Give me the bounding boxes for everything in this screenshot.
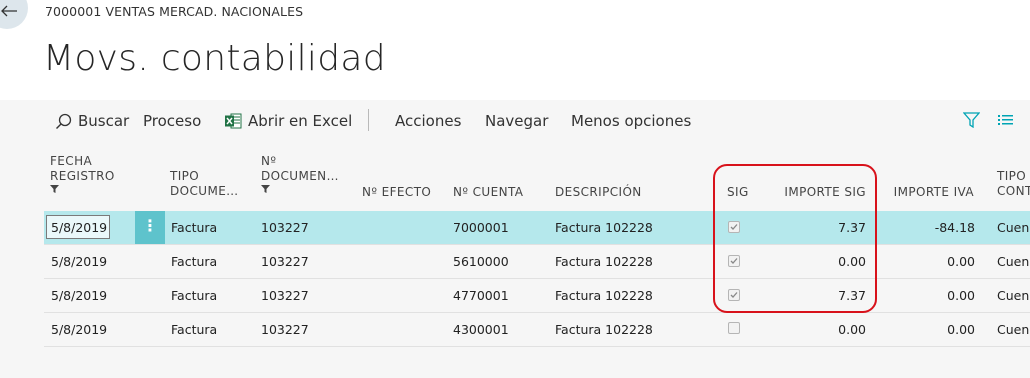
cell-tipo-contrapartida: Cuen [997, 322, 1030, 337]
sig-checkbox[interactable] [728, 322, 740, 334]
filter-funnel-icon [50, 185, 59, 193]
col-tipo-contrapartida-line2: CONT [997, 184, 1030, 198]
cell-tipo: Factura [171, 254, 218, 269]
back-button[interactable] [0, 0, 28, 29]
navigate-label: Navegar [485, 112, 549, 130]
cell-importe-sig: 7.37 [838, 288, 866, 303]
cell-tipo: Factura [171, 288, 218, 303]
breadcrumb: 7000001 VENTAS MERCAD. NACIONALES [45, 4, 304, 19]
cell-documento[interactable]: 103227 [261, 322, 309, 337]
col-tipo-contrapartida[interactable]: TIPO CONT [997, 169, 1030, 199]
col-tipo-documento[interactable]: TIPO DOCUME… [170, 169, 239, 199]
cell-tipo-contrapartida: Cuen [997, 220, 1030, 235]
open-in-excel-button[interactable]: Abrir en Excel [225, 112, 352, 130]
navigate-menu[interactable]: Navegar [485, 112, 548, 130]
checkmark-icon [730, 224, 738, 230]
cell-descripcion: Factura 102228 [555, 288, 653, 303]
cell-fecha: 5/8/2019 [51, 254, 108, 269]
excel-icon [225, 113, 242, 129]
col-num-documento[interactable]: Nº DOCUMEN… [261, 154, 339, 193]
table-row[interactable]: 5/8/2019 Factura 103227 5610000 Factura … [44, 245, 1030, 279]
col-descripcion[interactable]: DESCRIPCIÓN [555, 185, 642, 200]
grid-header: FECHA REGISTRO TIPO DOCUME… Nº DOCUMEN… … [0, 142, 1030, 210]
process-label: Proceso [143, 112, 202, 130]
cell-documento[interactable]: 103227 [261, 254, 309, 269]
col-importe-iva[interactable]: IMPORTE IVA [880, 185, 974, 200]
col-sig[interactable]: SIG [727, 185, 749, 200]
cell-importe-sig: 0.00 [838, 254, 866, 269]
col-num-cuenta[interactable]: Nº CUENTA [453, 185, 523, 200]
cell-fecha: 5/8/2019 [51, 322, 108, 337]
cell-importe-iva: 0.00 [947, 254, 975, 269]
process-menu[interactable]: Proceso [143, 112, 201, 130]
table-row[interactable]: 5/8/2019 Factura 103227 4770001 Factura … [44, 279, 1030, 313]
cell-descripcion: Factura 102228 [555, 254, 653, 269]
fewer-options-label: Menos opciones [571, 112, 692, 130]
cell-importe-sig: 0.00 [838, 322, 866, 337]
cell-fecha: 5/8/2019 [51, 220, 108, 235]
cell-tipo-contrapartida: Cuen [997, 288, 1030, 303]
list-view-icon[interactable] [998, 114, 1013, 126]
checkmark-icon [730, 258, 738, 264]
col-num-documento-line2: DOCUMEN… [261, 169, 339, 183]
col-fecha-registro-line1: FECHA [50, 154, 93, 168]
cell-documento[interactable]: 103227 [261, 288, 309, 303]
cell-cuenta[interactable]: 4300001 [453, 322, 509, 337]
cell-cuenta[interactable]: 4770001 [453, 288, 509, 303]
sig-checkbox[interactable] [728, 221, 740, 233]
search-icon [56, 113, 72, 129]
list-panel: Buscar Proceso Abrir en Excel Acciones N… [0, 100, 1030, 378]
actions-label: Acciones [395, 112, 462, 130]
cell-documento[interactable]: 103227 [261, 220, 309, 235]
checkmark-icon [730, 292, 738, 298]
fewer-options-button[interactable]: Menos opciones [571, 112, 691, 130]
cell-tipo: Factura [171, 220, 218, 235]
sig-checkbox[interactable] [728, 255, 740, 267]
col-tipo-documento-line1: TIPO [170, 169, 200, 183]
cell-descripcion: Factura 102228 [555, 220, 653, 235]
more-vertical-icon: ⋮ [142, 216, 158, 235]
cell-importe-sig: 7.37 [838, 220, 866, 235]
actions-menu[interactable]: Acciones [395, 112, 461, 130]
col-importe-sig[interactable]: IMPORTE SIG [770, 185, 866, 200]
open-in-excel-label: Abrir en Excel [248, 112, 353, 130]
cell-fecha: 5/8/2019 [51, 288, 108, 303]
toolbar-divider [368, 109, 369, 131]
cell-cuenta[interactable]: 5610000 [453, 254, 509, 269]
col-fecha-registro[interactable]: FECHA REGISTRO [50, 154, 115, 193]
page-title: Movs. contabilidad [43, 38, 386, 79]
col-num-efecto[interactable]: Nº EFECTO [362, 185, 431, 200]
cell-importe-iva: -84.18 [934, 220, 975, 235]
arrow-left-icon [1, 5, 17, 17]
cell-descripcion: Factura 102228 [555, 322, 653, 337]
search-button[interactable]: Buscar [55, 112, 129, 130]
action-bar: Buscar Proceso Abrir en Excel Acciones N… [0, 100, 1030, 142]
cell-cuenta[interactable]: 7000001 [453, 220, 509, 235]
filter-funnel-icon [261, 185, 270, 193]
cell-importe-iva: 0.00 [947, 322, 975, 337]
col-tipo-documento-line2: DOCUME… [170, 184, 239, 198]
col-num-documento-line1: Nº [261, 154, 277, 168]
col-tipo-contrapartida-line1: TIPO [997, 169, 1027, 183]
cell-importe-iva: 0.00 [947, 288, 975, 303]
table-row[interactable]: 5/8/2019 ⋮ Factura 103227 7000001 Factur… [44, 211, 1030, 245]
filter-icon[interactable] [963, 112, 980, 128]
cell-tipo-contrapartida: Cuen [997, 254, 1030, 269]
cell-tipo: Factura [171, 322, 218, 337]
table-row[interactable]: 5/8/2019 Factura 103227 4300001 Factura … [44, 313, 1030, 347]
search-label: Buscar [78, 112, 130, 130]
sig-checkbox[interactable] [728, 289, 740, 301]
col-fecha-registro-line2: REGISTRO [50, 169, 115, 183]
row-actions-button[interactable]: ⋮ [135, 211, 165, 244]
date-cell-editor[interactable]: 5/8/2019 [46, 215, 110, 239]
